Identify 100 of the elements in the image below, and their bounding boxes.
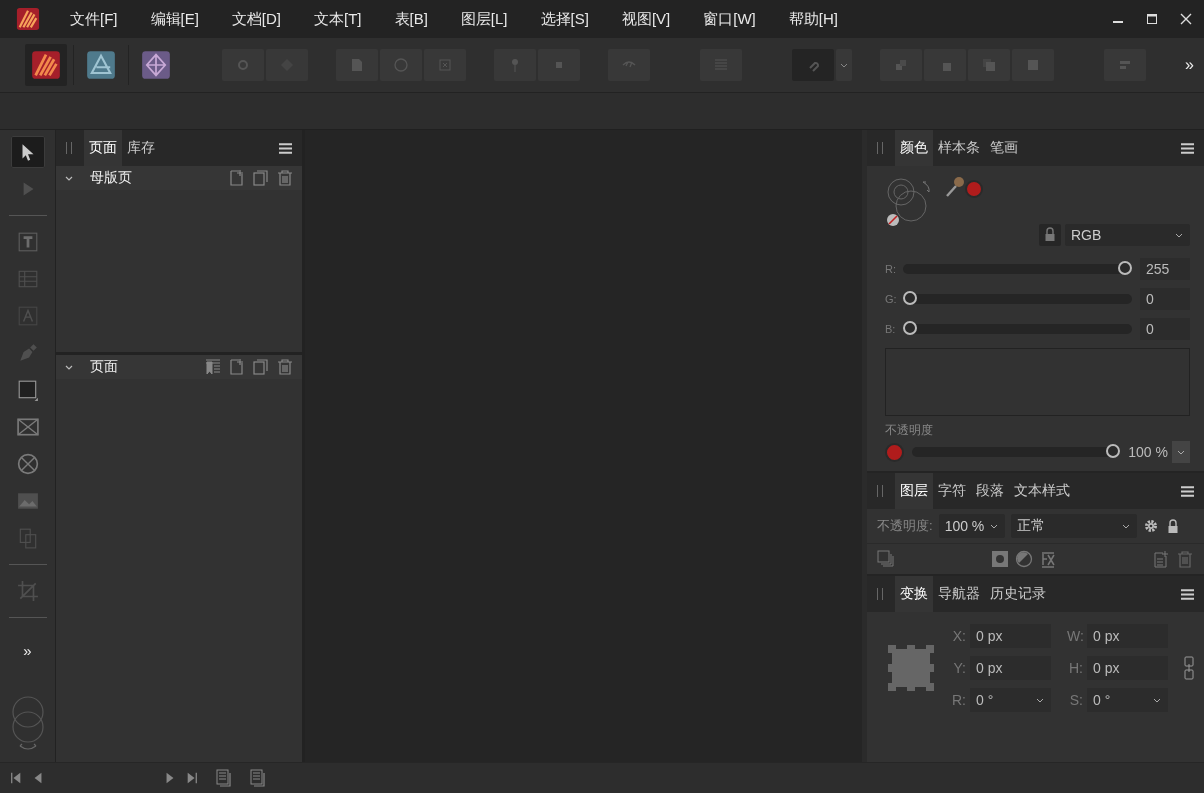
anchor-grid-icon[interactable] xyxy=(888,645,934,691)
add-page-icon[interactable] xyxy=(228,169,246,187)
tool-button[interactable] xyxy=(10,136,45,168)
field-label: S: xyxy=(1068,692,1083,708)
panel-tab[interactable]: 页面 xyxy=(84,130,122,166)
panel-grip[interactable] xyxy=(66,142,72,154)
panel-tab[interactable]: 颜色 xyxy=(895,130,933,166)
letter-a-icon xyxy=(16,305,39,327)
layers-icon[interactable] xyxy=(877,550,895,568)
first-page-icon[interactable] xyxy=(10,772,22,784)
mask-icon[interactable] xyxy=(990,550,1009,568)
text-frame-icon xyxy=(16,231,39,253)
slider-thumb[interactable] xyxy=(1118,261,1132,275)
panel-tab[interactable]: 图层 xyxy=(895,473,933,509)
slider-label: R: xyxy=(885,263,897,275)
color-model-dropdown[interactable]: RGB xyxy=(1065,224,1190,246)
toolbar-button[interactable] xyxy=(1104,49,1146,81)
menu-item[interactable]: 表[B] xyxy=(394,9,428,29)
slider-thumb[interactable] xyxy=(903,291,917,305)
slider-track[interactable] xyxy=(903,264,1132,274)
value-field[interactable]: 0 xyxy=(1140,318,1190,340)
overflow-button[interactable]: » xyxy=(1185,56,1194,74)
slider-thumb[interactable] xyxy=(1106,444,1121,458)
value-field[interactable]: 255 xyxy=(1140,258,1190,280)
panel-grip[interactable] xyxy=(877,485,883,497)
pages-icon[interactable] xyxy=(216,769,232,787)
panel-tab[interactable]: 笔画 xyxy=(985,130,1023,166)
toolbar-button[interactable] xyxy=(924,49,966,81)
input-field[interactable]: 0 px xyxy=(970,624,1051,648)
trash-icon[interactable] xyxy=(276,169,294,187)
toolbar-button[interactable] xyxy=(380,49,422,81)
slider-track[interactable] xyxy=(912,447,1121,457)
opacity-label: 不透明度: xyxy=(877,517,933,535)
opacity-value[interactable]: 100 % xyxy=(1128,444,1168,460)
menu-item[interactable]: 文件[F] xyxy=(70,9,118,29)
toolbar-button[interactable] xyxy=(538,49,580,81)
last-page-icon[interactable] xyxy=(186,772,198,784)
slider-track[interactable] xyxy=(903,294,1132,304)
pages-icon[interactable] xyxy=(250,769,266,787)
toolbar-button[interactable] xyxy=(222,49,264,81)
input-field[interactable]: 0 px xyxy=(970,656,1051,680)
menu-icon[interactable] xyxy=(279,142,292,154)
dropdown-field[interactable]: 0 ° xyxy=(970,688,1051,712)
trash-icon[interactable] xyxy=(1176,550,1194,568)
blend-mode-dropdown[interactable]: 正常 xyxy=(1010,514,1137,538)
menu-icon[interactable] xyxy=(1181,588,1194,600)
toolbar-button[interactable] xyxy=(968,49,1010,81)
opacity-dropdown[interactable]: 100 % xyxy=(938,514,1005,538)
add-page-icon[interactable] xyxy=(228,358,246,376)
toolbar-button[interactable] xyxy=(880,49,922,81)
panel-tab[interactable]: 段落 xyxy=(971,473,1009,509)
snapping-button[interactable] xyxy=(792,49,834,81)
panel-tab[interactable]: 历史记录 xyxy=(985,576,1051,612)
menu-item[interactable]: 图层[L] xyxy=(460,9,508,29)
lock-icon[interactable] xyxy=(1039,224,1061,246)
panel-tab[interactable]: 文本样式 xyxy=(1009,473,1075,509)
app-logo-icon xyxy=(31,50,61,80)
link-icon[interactable] xyxy=(1184,656,1194,680)
menu-icon[interactable] xyxy=(1181,142,1194,154)
duplicate-page-icon[interactable] xyxy=(252,169,270,187)
menu-item[interactable]: 选择[S] xyxy=(540,9,589,29)
settings-icon[interactable] xyxy=(1142,518,1159,534)
color-swatch xyxy=(885,442,904,462)
panel-grip[interactable] xyxy=(877,588,883,600)
persona-button[interactable] xyxy=(25,44,67,86)
menu-item[interactable]: 编辑[E] xyxy=(150,9,199,29)
menu-item[interactable]: 文本[T] xyxy=(314,9,362,29)
bookmark-icon[interactable] xyxy=(204,358,222,376)
dropdown-field[interactable]: 0 ° xyxy=(1087,688,1168,712)
toolbar-button[interactable] xyxy=(1012,49,1054,81)
input-field[interactable]: 0 px xyxy=(1087,624,1168,648)
menu-icon[interactable] xyxy=(1181,485,1194,497)
panel-tab[interactable]: 库存 xyxy=(122,130,160,166)
panel-grip[interactable] xyxy=(877,142,883,154)
slider-thumb[interactable] xyxy=(903,321,917,335)
more-tools-button[interactable]: » xyxy=(23,642,32,659)
toolbar-button[interactable] xyxy=(336,49,378,81)
panel-tab[interactable]: 字符 xyxy=(933,473,971,509)
value-field[interactable]: 0 xyxy=(1140,288,1190,310)
panel-tab[interactable]: 样本条 xyxy=(933,130,985,166)
adjustment-icon[interactable] xyxy=(1014,550,1033,568)
panel-tab[interactable]: 导航器 xyxy=(933,576,985,612)
close-icon[interactable] xyxy=(1180,13,1192,25)
trash-icon[interactable] xyxy=(276,358,294,376)
add-layer-icon[interactable] xyxy=(1152,550,1170,568)
section-title: 页面 xyxy=(90,358,118,376)
menu-item[interactable]: 帮助[H] xyxy=(788,9,838,29)
maximize-icon[interactable] xyxy=(1146,13,1158,25)
panel-tab[interactable]: 变换 xyxy=(895,576,933,612)
color-picker-icon[interactable] xyxy=(945,176,965,198)
previous-page-icon[interactable] xyxy=(32,772,44,784)
menu-item[interactable]: 窗口[W] xyxy=(703,9,756,29)
slider-track[interactable] xyxy=(903,324,1132,334)
input-field[interactable]: 0 px xyxy=(1087,656,1168,680)
duplicate-page-icon[interactable] xyxy=(252,358,270,376)
rectangle-icon xyxy=(16,379,39,401)
menu-item[interactable]: 文档[D] xyxy=(231,9,281,29)
menu-item[interactable]: 视图[V] xyxy=(621,9,671,29)
color-swatch[interactable] xyxy=(965,180,983,198)
next-page-icon[interactable] xyxy=(164,772,176,784)
